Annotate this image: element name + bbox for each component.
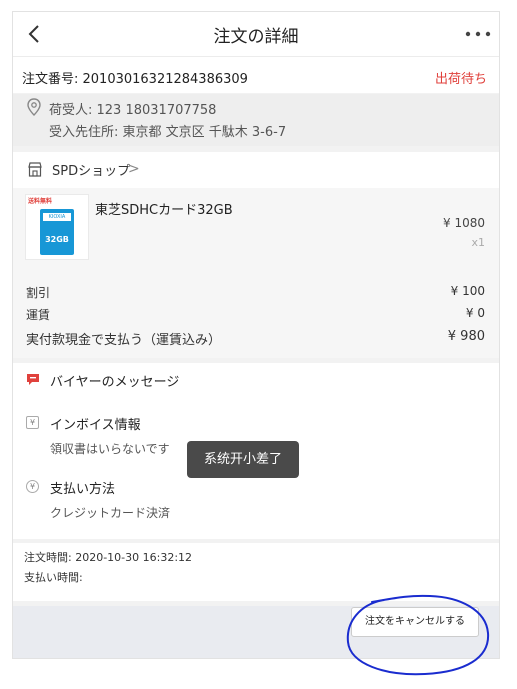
recipient-info: 荷受人: 123 18031707758 — [49, 103, 217, 118]
shop-icon — [28, 162, 42, 177]
header-bar: 注文の詳細 — [13, 12, 499, 57]
invoice-icon: ¥ — [26, 416, 39, 429]
free-shipping-badge: 送料無料 — [28, 198, 53, 205]
sd-card-image: KIOXIA 32GB — [40, 209, 74, 255]
order-number: 注文番号: 201030163212843863​09 — [22, 72, 248, 87]
shipping-value: ¥ 0 — [465, 306, 485, 320]
payment-method-value: クレジットカード決済 — [50, 506, 171, 520]
product-quantity: x1 — [471, 236, 485, 249]
status-badge: 出荷待ち — [434, 72, 487, 87]
product-item[interactable]: 送料無料 KIOXIA 32GB 東芝SDHCカード32GB ¥ 1080 x1 — [13, 188, 499, 268]
product-thumbnail: 送料無料 KIOXIA 32GB — [25, 194, 89, 260]
paid-value: ¥ 980 — [447, 329, 485, 344]
discount-label: 割引 — [26, 286, 51, 300]
product-name: 東芝SDHCカード32GB — [95, 203, 233, 218]
delivery-address: 受入先住所: 東京都 文京区 千駄木 3-6-7 — [49, 125, 287, 140]
shipping-label: 運賃 — [26, 308, 51, 322]
product-price: ¥ 1080 — [443, 216, 485, 230]
payment-time: 支払い時間: — [24, 571, 83, 584]
chevron-right-icon: > — [128, 161, 140, 177]
invoice-label[interactable]: インボイス情報 — [50, 414, 141, 433]
page-title: 注文の詳細 — [213, 27, 299, 47]
order-detail-screen: 注文の詳細 注文番号: 201030163212843863​09 出荷待ち 荷… — [12, 11, 500, 659]
discount-value: ¥ 100 — [450, 284, 485, 298]
location-pin-icon — [27, 98, 41, 116]
cancel-order-button[interactable]: 注文をキャンセルする — [351, 607, 479, 637]
paid-label: 実付款現金で支払う（運賃込み） — [26, 333, 222, 348]
shop-name[interactable]: SPDショップ — [52, 160, 130, 179]
more-icon[interactable] — [465, 31, 491, 37]
shop-row[interactable]: SPDショップ > — [13, 152, 499, 188]
order-number-row: 注文番号: 201030163212843863​09 出荷待ち — [13, 57, 499, 93]
card-capacity-label: 32GB — [45, 235, 69, 244]
payment-icon: ¥ — [26, 480, 39, 493]
card-brand-label: KIOXIA — [43, 213, 71, 221]
toast-message: 系统开小差了 — [187, 441, 299, 478]
message-icon — [27, 374, 39, 385]
payment-method-label[interactable]: 支払い方法 — [50, 478, 115, 497]
buyer-message-label[interactable]: バイヤーのメッセージ — [50, 371, 179, 390]
order-time: 注文時間: 2020-10-30 16:32:12 — [24, 551, 193, 564]
price-summary: 割引 ¥ 100 運賃 ¥ 0 実付款現金で支払う（運賃込み） ¥ 980 — [13, 268, 499, 358]
order-times: 注文時間: 2020-10-30 16:32:12 支払い時間: — [13, 543, 499, 601]
invoice-detail: 領収書はいらないです — [50, 442, 170, 456]
address-block: 荷受人: 123 18031707758 受入先住所: 東京都 文京区 千駄木 … — [13, 94, 499, 146]
